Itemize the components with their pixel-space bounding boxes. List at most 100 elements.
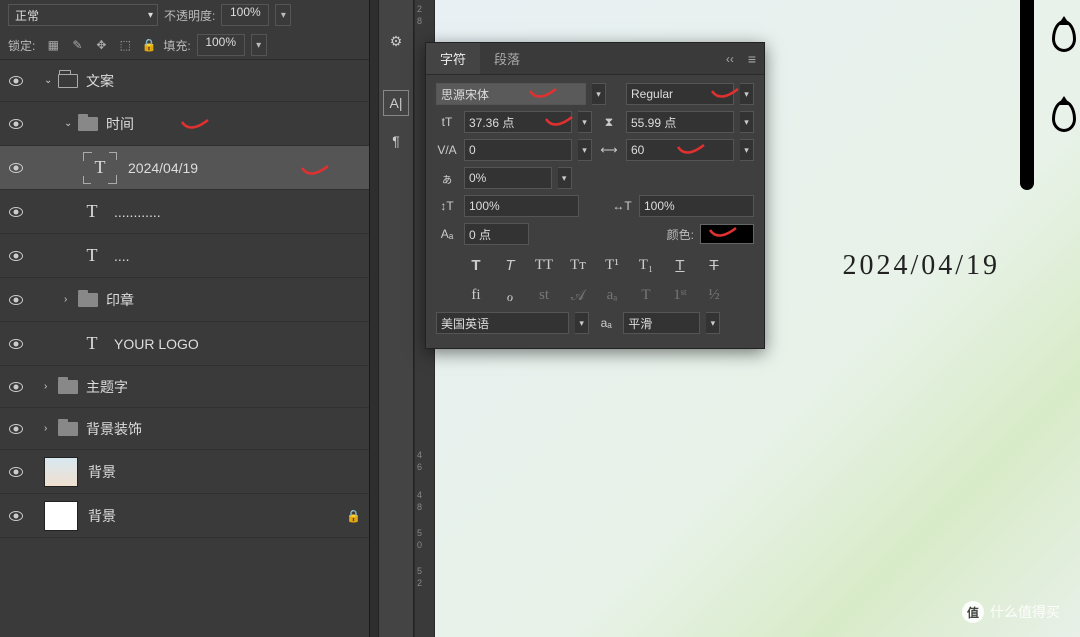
language-chevron[interactable]: ▾ [575,312,589,334]
visibility-icon[interactable] [9,163,23,173]
visibility-icon[interactable] [9,511,23,521]
layer-row[interactable]: T YOUR LOGO [0,322,369,366]
layer-row[interactable]: T .... [0,234,369,278]
underline-button[interactable]: T [669,257,691,275]
visibility-icon[interactable] [9,424,23,434]
text-layer-icon: T [82,201,102,222]
chevron-down-icon[interactable]: ⌄ [44,75,54,86]
leading-icon: ⧗ [598,115,620,130]
visibility-icon[interactable] [9,76,23,86]
watermark-badge: 值 [962,601,984,623]
visibility-icon[interactable] [9,467,23,477]
visibility-icon[interactable] [9,207,23,217]
fill-chevron[interactable]: ▾ [251,34,267,56]
superscript-button[interactable]: T¹ [601,257,623,275]
tsume-dropdown[interactable]: ▾ [558,167,572,189]
leading-dropdown[interactable]: ▾ [740,111,754,133]
subscript-button[interactable]: T₁ [635,257,657,275]
ligature-button[interactable]: fi [465,287,487,306]
layer-row[interactable]: ⌄ 文案 [0,60,369,102]
layer-row[interactable]: › 印章 [0,278,369,322]
canvas-date-text[interactable]: 2024/04/19 [842,250,1000,282]
lock-position-icon[interactable]: ✥ [93,37,109,53]
opacity-chevron[interactable]: ▾ [275,4,291,26]
layer-row-selected[interactable]: T 2024/04/19 [0,146,369,190]
font-weight-input[interactable]: Regular [626,83,734,105]
text-layer-icon: T [82,333,102,354]
font-size-input[interactable]: 37.36 点 [464,111,572,133]
chevron-right-icon[interactable]: › [44,381,54,392]
visibility-icon[interactable] [9,119,23,129]
kerning-dropdown[interactable]: ▾ [578,139,592,161]
baseline-icon: Aₐ [436,227,458,241]
visibility-icon[interactable] [9,251,23,261]
layer-row[interactable]: T ............ [0,190,369,234]
layer-thumbnail [44,501,78,531]
character-panel: 字符 段落 ‹‹ ≡ 思源宋体 ▾ Regular ▾ tT 37.36 点 ▾… [425,42,765,349]
fill-input[interactable]: 100% [197,34,245,56]
visibility-icon[interactable] [9,382,23,392]
hscale-input[interactable]: 100% [639,195,754,217]
paragraph-panel-icon[interactable]: ¶ [383,128,409,154]
tab-paragraph[interactable]: 段落 [480,43,534,74]
stylistic-button[interactable]: st [533,287,555,306]
opacity-input[interactable]: 100% [221,4,269,26]
baseline-input[interactable]: 0 点 [464,223,529,245]
tracking-input[interactable]: 60 [626,139,734,161]
sliders-icon[interactable]: ⚙ [383,28,409,54]
antialias-dropdown[interactable]: 平滑 [623,312,700,334]
tsume-input[interactable]: 0% [464,167,552,189]
chevron-right-icon[interactable]: › [44,423,54,434]
language-dropdown[interactable]: 美国英语 [436,312,569,334]
color-label: 颜色: [667,226,694,243]
collapse-icon[interactable]: ‹‹ [720,52,740,66]
layer-row[interactable]: 背景 🔒 [0,494,369,538]
layer-row[interactable]: ⌄ 时间 [0,102,369,146]
color-swatch[interactable] [700,224,754,244]
layer-row[interactable]: › 主题字 [0,366,369,408]
faux-italic-button[interactable]: T [499,257,521,275]
vscale-input[interactable]: 100% [464,195,579,217]
titling-button[interactable]: 𝒜 [567,287,589,306]
layer-name: 2024/04/19 [128,160,361,176]
layer-row[interactable]: 背景 [0,450,369,494]
tracking-dropdown[interactable]: ▾ [740,139,754,161]
character-panel-icon[interactable]: A| [383,90,409,116]
layer-row[interactable]: › 背景装饰 [0,408,369,450]
faux-bold-button[interactable]: T [465,257,487,275]
layer-name: .... [114,248,361,264]
kerning-icon: V/A [436,143,458,157]
layers-panel: 正常 不透明度: 100% ▾ 锁定: ▦ ✎ ✥ ⬚ 🔒 填充: 100% ▾… [0,0,370,637]
lock-image-icon[interactable]: ✎ [69,37,85,53]
font-family-input[interactable]: 思源宋体 [436,83,586,105]
blend-mode-dropdown[interactable]: 正常 [8,4,158,26]
font-weight-dropdown[interactable]: ▾ [740,83,754,105]
font-size-dropdown[interactable]: ▾ [578,111,592,133]
leading-input[interactable]: 55.99 点 [626,111,734,133]
strikethrough-button[interactable]: T [703,257,725,275]
smallcaps-button[interactable]: Tᴛ [567,257,589,275]
allcaps-button[interactable]: TT [533,257,555,275]
lock-transparency-icon[interactable]: ▦ [45,37,61,53]
dock-panel: ⚙ A| ¶ [378,0,414,637]
visibility-icon[interactable] [9,339,23,349]
tab-character[interactable]: 字符 [426,43,480,74]
chevron-right-icon[interactable]: › [64,294,74,305]
font-family-dropdown[interactable]: ▾ [592,83,606,105]
panel-menu-icon[interactable]: ≡ [740,51,764,67]
contextual-button[interactable]: T [635,287,657,306]
font-size-icon: tT [436,115,458,129]
lock-all-icon[interactable]: 🔒 [141,37,157,53]
layer-name: 印章 [106,290,361,310]
fractions-button[interactable]: ½ [703,287,725,306]
swash-button[interactable]: ℴ [499,287,521,306]
visibility-icon[interactable] [9,295,23,305]
folder-icon [78,117,98,131]
chevron-down-icon[interactable]: ⌄ [64,118,74,129]
antialias-chevron[interactable]: ▾ [706,312,720,334]
kerning-input[interactable]: 0 [464,139,572,161]
lock-artboard-icon[interactable]: ⬚ [117,37,133,53]
oldstyle-button[interactable]: 1ˢᵗ [669,287,691,306]
layer-name: 背景 [88,506,346,526]
ordinals-button[interactable]: aₐ [601,287,623,306]
